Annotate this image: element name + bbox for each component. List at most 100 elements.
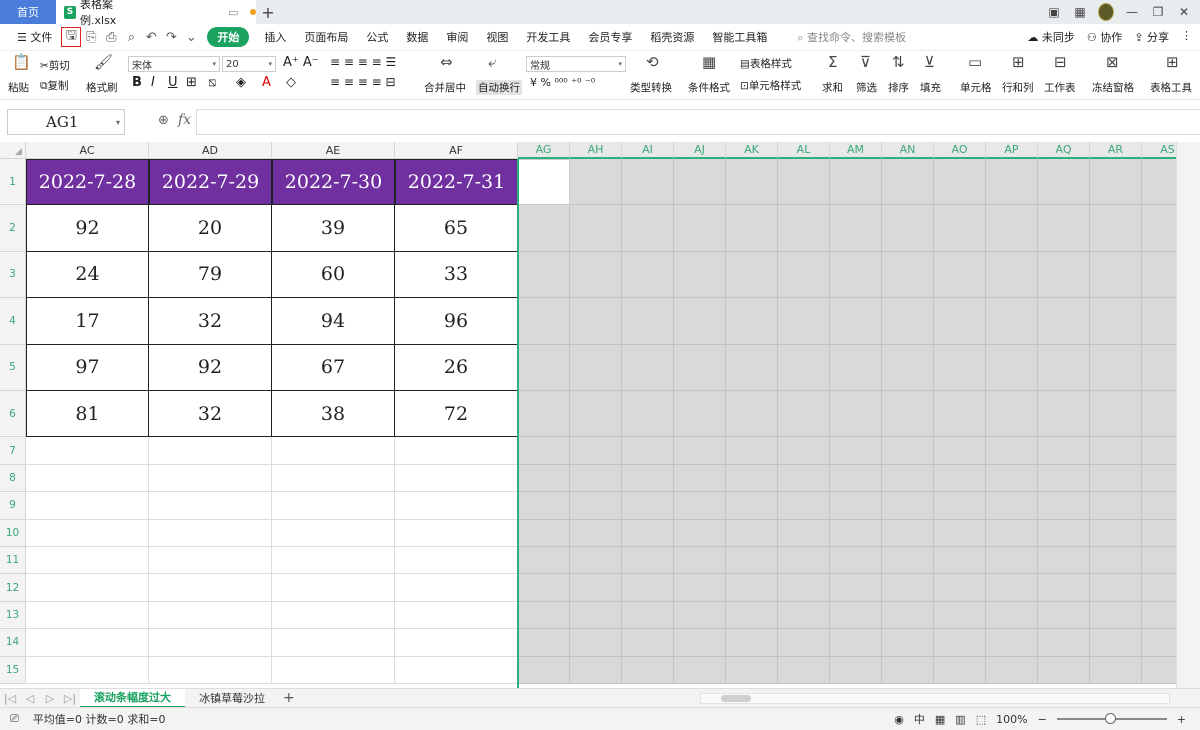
cell-ai2[interactable] xyxy=(622,205,674,252)
tab-home-start[interactable]: 开始 xyxy=(207,27,250,47)
cell-aq13[interactable] xyxy=(1038,601,1090,630)
cell-ah2[interactable] xyxy=(570,205,622,252)
prev-sheet-icon[interactable]: ◁ xyxy=(20,692,40,705)
cell-ad8[interactable] xyxy=(149,464,272,493)
cell-ac11[interactable] xyxy=(26,547,149,575)
cell-an9[interactable] xyxy=(882,492,934,520)
sheet-tab-2[interactable]: 冰镇草莓沙拉 xyxy=(185,689,279,708)
wrap-text-button[interactable]: 自动换行 xyxy=(476,80,522,95)
cell-ag8[interactable] xyxy=(518,464,570,493)
cell-aj12[interactable] xyxy=(674,574,726,602)
cell-af9[interactable] xyxy=(395,492,518,520)
formula-input[interactable] xyxy=(196,109,1200,135)
scroll-thumb[interactable] xyxy=(721,695,751,702)
conditional-format-button[interactable]: 条件格式 xyxy=(688,80,730,95)
cell-al2[interactable] xyxy=(778,205,830,252)
redo-icon[interactable]: ↷ xyxy=(161,27,181,47)
cell-ah14[interactable] xyxy=(570,629,622,657)
zoom-search-icon[interactable]: ⊕ xyxy=(158,113,169,128)
zoom-in-icon[interactable]: + xyxy=(1177,713,1186,726)
cell-ad12[interactable] xyxy=(149,574,272,602)
row-header-12[interactable]: 12 xyxy=(0,574,26,602)
cell-ak11[interactable] xyxy=(726,547,778,575)
cell-ag2[interactable] xyxy=(518,205,570,252)
cell-ai9[interactable] xyxy=(622,492,674,520)
cell-al7[interactable] xyxy=(778,437,830,465)
cell-aj8[interactable] xyxy=(674,464,726,493)
cell-af2[interactable]: 65 xyxy=(395,205,518,252)
column-header-ao[interactable]: AO xyxy=(934,142,986,159)
tab-insert[interactable]: 插入 xyxy=(255,29,295,45)
cell-ag7[interactable] xyxy=(518,437,570,465)
tab-developer[interactable]: 开发工具 xyxy=(517,29,579,45)
page-view-icon[interactable]: ▥ xyxy=(955,713,965,726)
cell-aq4[interactable] xyxy=(1038,298,1090,345)
cell-aq11[interactable] xyxy=(1038,547,1090,575)
cell-ac2[interactable]: 92 xyxy=(26,205,149,252)
font-color-icon[interactable]: A xyxy=(262,75,271,90)
tab-page-layout[interactable]: 页面布局 xyxy=(295,29,357,45)
cell-ae1[interactable]: 2022-7-30 xyxy=(272,159,395,206)
cell-ae6[interactable]: 38 xyxy=(272,391,395,438)
cell-ad10[interactable] xyxy=(149,519,272,547)
column-header-al[interactable]: AL xyxy=(778,142,830,159)
freeze-icon[interactable]: ⊠ xyxy=(1106,53,1119,71)
cell-ae13[interactable] xyxy=(272,601,395,630)
file-tab[interactable]: S 表格案例.xlsx ▭ xyxy=(56,0,257,27)
row-header-8[interactable]: 8 xyxy=(0,464,26,493)
cell-aj13[interactable] xyxy=(674,601,726,630)
cell-ap7[interactable] xyxy=(986,437,1038,465)
number-format-select[interactable]: 常规 ▾ xyxy=(526,56,626,72)
cell-ap13[interactable] xyxy=(986,601,1038,630)
cell-ap2[interactable] xyxy=(986,205,1038,252)
cell-ao7[interactable] xyxy=(934,437,986,465)
cell-am7[interactable] xyxy=(830,437,882,465)
cell-ad5[interactable]: 92 xyxy=(149,344,272,391)
row-col-icon[interactable]: ⊞ xyxy=(1012,53,1025,71)
cell-ag4[interactable] xyxy=(518,298,570,345)
wrap-text-icon[interactable]: ⤶ xyxy=(488,53,496,71)
merge-center-icon[interactable]: ⇔ xyxy=(440,53,453,71)
cell-ar8[interactable] xyxy=(1090,464,1142,493)
cell-ac12[interactable] xyxy=(26,574,149,602)
cell-am10[interactable] xyxy=(830,519,882,547)
cell-ag10[interactable] xyxy=(518,519,570,547)
cell-ag1[interactable] xyxy=(518,159,570,206)
cell-ao12[interactable] xyxy=(934,574,986,602)
cell-ad14[interactable] xyxy=(149,629,272,657)
cell-am14[interactable] xyxy=(830,629,882,657)
cell-ac5[interactable]: 97 xyxy=(26,344,149,391)
cell-ag12[interactable] xyxy=(518,574,570,602)
cell-ak8[interactable] xyxy=(726,464,778,493)
cell-aj7[interactable] xyxy=(674,437,726,465)
cell-an11[interactable] xyxy=(882,547,934,575)
cell-aj2[interactable] xyxy=(674,205,726,252)
column-header-ap[interactable]: AP xyxy=(986,142,1038,159)
cell-am8[interactable] xyxy=(830,464,882,493)
cell-an1[interactable] xyxy=(882,159,934,206)
column-header-ae[interactable]: AE xyxy=(272,142,395,159)
tab-formula[interactable]: 公式 xyxy=(357,29,397,45)
eye-icon[interactable]: ◉ xyxy=(894,713,904,726)
cell-ap8[interactable] xyxy=(986,464,1038,493)
fill-color-icon[interactable]: ⧅ xyxy=(208,75,216,90)
cell-ap5[interactable] xyxy=(986,344,1038,391)
cell-ag9[interactable] xyxy=(518,492,570,520)
cell-aq2[interactable] xyxy=(1038,205,1090,252)
cell-ar14[interactable] xyxy=(1090,629,1142,657)
cell-ac7[interactable] xyxy=(26,437,149,465)
cell-an10[interactable] xyxy=(882,519,934,547)
grid-apps-icon[interactable]: ▦ xyxy=(1072,5,1088,19)
zoom-slider-knob[interactable] xyxy=(1104,713,1116,724)
cell-an7[interactable] xyxy=(882,437,934,465)
cell-an4[interactable] xyxy=(882,298,934,345)
cell-aq1[interactable] xyxy=(1038,159,1090,206)
row-header-2[interactable]: 2 xyxy=(0,205,26,252)
fill-icon[interactable]: ⊻ xyxy=(924,53,935,71)
fill-button[interactable]: 填充 xyxy=(920,80,941,95)
export-icon[interactable]: ⎘ xyxy=(81,27,101,47)
cell-aq3[interactable] xyxy=(1038,251,1090,299)
cell-style-button[interactable]: ⊡单元格样式 xyxy=(740,78,801,93)
cell-ah13[interactable] xyxy=(570,601,622,630)
cell-ae15[interactable] xyxy=(272,656,395,684)
